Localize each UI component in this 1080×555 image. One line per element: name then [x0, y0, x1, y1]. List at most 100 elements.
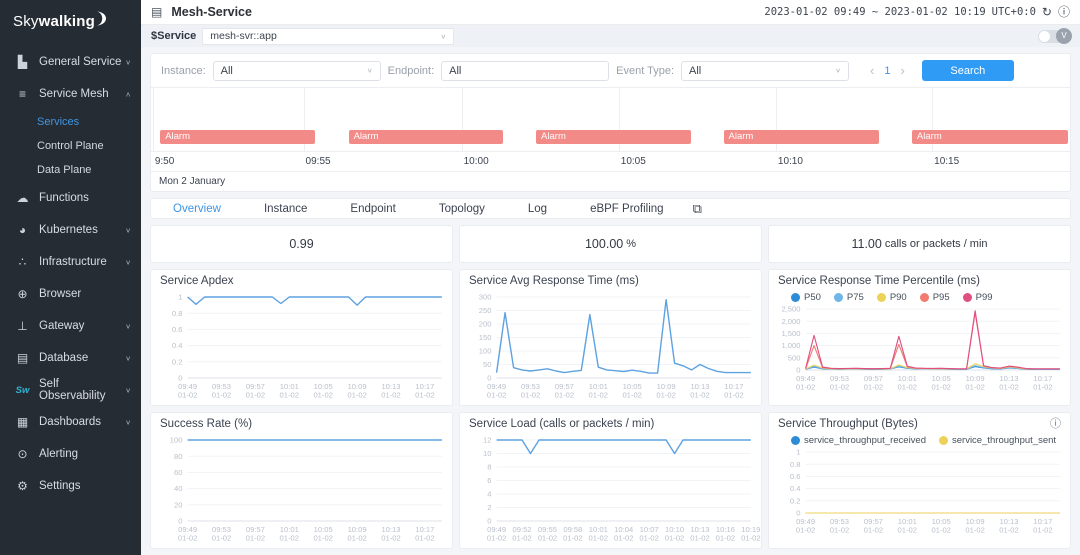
chart-header: Success Rate (%) [151, 413, 452, 434]
legend-item-p75[interactable]: P75 [833, 292, 864, 303]
gear-icon: ⚙ [17, 479, 28, 493]
gateway-icon: ⊥ [17, 319, 28, 333]
chart-title: Service Load (calls or packets / min) [469, 418, 655, 430]
sidebar-item-general-service[interactable]: ▙ General Service ∨ [0, 46, 141, 78]
svg-text:01-02: 01-02 [665, 534, 684, 543]
sidebar-item-dashboards[interactable]: ▦ Dashboards ∨ [0, 406, 141, 438]
svg-text:01-02: 01-02 [538, 534, 557, 543]
legend-item-p95[interactable]: P95 [919, 292, 950, 303]
legend-label: P95 [932, 292, 950, 303]
alarm-bar[interactable]: Alarm [723, 130, 879, 144]
event-panel: Instance: All ∨ Endpoint: Event Type: Al… [150, 53, 1071, 192]
sidebar: Sky walking ▙ General Service ∨ ≡ Service Mes… [0, 0, 141, 555]
metric-value: 0.99 [289, 237, 314, 251]
legend-item-p99[interactable]: P99 [962, 292, 993, 303]
alarm-bar[interactable]: Alarm [911, 130, 1069, 144]
legend-label: service_throughput_sent [952, 435, 1057, 446]
tab-overview[interactable]: Overview [173, 203, 221, 215]
sidebar-item-label: Gateway [39, 320, 85, 332]
svg-text:01-02: 01-02 [999, 526, 1018, 535]
chart-title: Service Throughput (Bytes) [778, 418, 918, 430]
sidebar-item-label: General Service [39, 56, 122, 68]
svg-text:100: 100 [479, 347, 492, 356]
tab-topology[interactable]: Topology [439, 203, 485, 215]
sidebar-item-data-plane[interactable]: Data Plane [0, 158, 141, 182]
timeline-date-label: Mon 2 January [151, 171, 1070, 191]
svg-text:01-02: 01-02 [965, 383, 984, 392]
info-icon[interactable]: ⓘ [1050, 418, 1061, 430]
search-button[interactable]: Search [921, 60, 1014, 81]
alert-icon: ⊙ [17, 447, 28, 461]
svg-text:01-02: 01-02 [796, 383, 815, 392]
alarm-bar[interactable]: Alarm [536, 130, 692, 144]
alarm-bar[interactable]: Alarm [348, 130, 503, 144]
sidebar-item-label: Data Plane [37, 164, 92, 176]
legend-item-p50[interactable]: P50 [791, 292, 821, 303]
chart-plot: 00.20.40.60.8109:4901-0209:5301-0209:570… [790, 448, 1060, 535]
copy-dashboard-icon[interactable]: ⧉ [693, 201, 702, 217]
sw-icon: Sw [15, 384, 30, 396]
alarm-bar[interactable]: Alarm [160, 130, 316, 144]
sidebar-item-gateway[interactable]: ⊥ Gateway ∨ [0, 310, 141, 342]
legend-label: P50 [804, 292, 821, 303]
sidebar-item-service-mesh[interactable]: ≡ Service Mesh ∧ [0, 78, 141, 110]
sidebar-item-settings[interactable]: ⚙ Settings [0, 470, 141, 502]
chart-card-service-load-calls-or-packets-min: Service Load (calls or packets / min) 0 2 4… [459, 412, 762, 549]
instance-select[interactable]: All ∨ [212, 60, 381, 81]
kubernetes-icon: ◕ [18, 223, 27, 237]
legend-dot [791, 293, 800, 302]
metric-cards: 0.99 100.00% 11.00 calls or packets / min [150, 225, 1071, 263]
chart-card-service-response-time-percentile-ms: Service Response Time Percentile (ms) P50… [768, 269, 1071, 406]
legend-dot [791, 436, 800, 445]
svg-text:1,500: 1,500 [781, 329, 800, 338]
tab-instance[interactable]: Instance [264, 203, 307, 215]
svg-text:0.2: 0.2 [790, 496, 801, 505]
sidebar-item-functions[interactable]: ☁ Functions [0, 182, 141, 214]
tab-ebpf-profiling[interactable]: eBPF Profiling [590, 203, 664, 215]
legend-item-p90[interactable]: P90 [876, 292, 907, 303]
sidebar-item-label: Browser [39, 288, 82, 300]
svg-text:01-02: 01-02 [313, 534, 332, 543]
sidebar-item-self-observability[interactable]: Sw Self Observability ∨ [0, 374, 141, 406]
svg-text:12: 12 [483, 436, 491, 445]
logo-text: Sky [13, 13, 39, 30]
svg-text:01-02: 01-02 [830, 526, 849, 535]
svg-text:01-02: 01-02 [589, 534, 608, 543]
chevron-down-icon: ∨ [125, 386, 131, 394]
info-icon[interactable]: ⓘ [1058, 6, 1070, 18]
globe-icon: ⊕ [17, 287, 28, 301]
chevron-down-icon: ∨ [440, 32, 447, 40]
chevron-down-icon: ∨ [125, 418, 131, 426]
svg-text:01-02: 01-02 [898, 526, 917, 535]
page-number[interactable]: 1 [884, 65, 890, 77]
event-type-select[interactable]: All ∨ [681, 60, 850, 81]
next-page-icon[interactable]: › [900, 64, 904, 77]
sidebar-item-kubernetes[interactable]: ◕ Kubernetes ∨ [0, 214, 141, 246]
sidebar-item-alerting[interactable]: ⊙ Alerting [0, 438, 141, 470]
sidebar-item-browser[interactable]: ⊕ Browser [0, 278, 141, 310]
svg-text:01-02: 01-02 [563, 534, 582, 543]
tab-endpoint[interactable]: Endpoint [350, 203, 395, 215]
metric-card: 100.00% [459, 225, 762, 263]
svg-text:40: 40 [174, 484, 182, 493]
sidebar-item-services[interactable]: Services [0, 110, 141, 134]
time-range[interactable]: 2023-01-02 09:49 ~ 2023-01-02 10:19 [764, 6, 985, 18]
sidebar-item-control-plane[interactable]: Control Plane [0, 134, 141, 158]
chart-title: Service Apdex [160, 275, 234, 287]
legend-item-service-throughput-sent[interactable]: service_throughput_sent [939, 435, 1056, 446]
view-toggle[interactable]: V [1038, 27, 1072, 44]
svg-text:60: 60 [174, 468, 182, 477]
tab-log[interactable]: Log [528, 203, 547, 215]
service-select[interactable]: mesh-svr::app ∨ [202, 27, 455, 45]
legend-item-service-throughput-received[interactable]: service_throughput_received [791, 435, 926, 446]
svg-text:01-02: 01-02 [864, 383, 883, 392]
collapse-sidebar-icon[interactable]: ▤ [151, 5, 162, 19]
sidebar-item-database[interactable]: ▤ Database ∨ [0, 342, 141, 374]
sidebar-item-infrastructure[interactable]: ∴ Infrastructure ∨ [0, 246, 141, 278]
svg-text:01-02: 01-02 [347, 534, 366, 543]
legend-dot [876, 293, 886, 302]
prev-page-icon[interactable]: ‹ [870, 64, 874, 77]
endpoint-input[interactable] [441, 60, 610, 81]
legend-label: service_throughput_received [804, 435, 926, 446]
refresh-icon[interactable]: ↻ [1042, 6, 1052, 18]
